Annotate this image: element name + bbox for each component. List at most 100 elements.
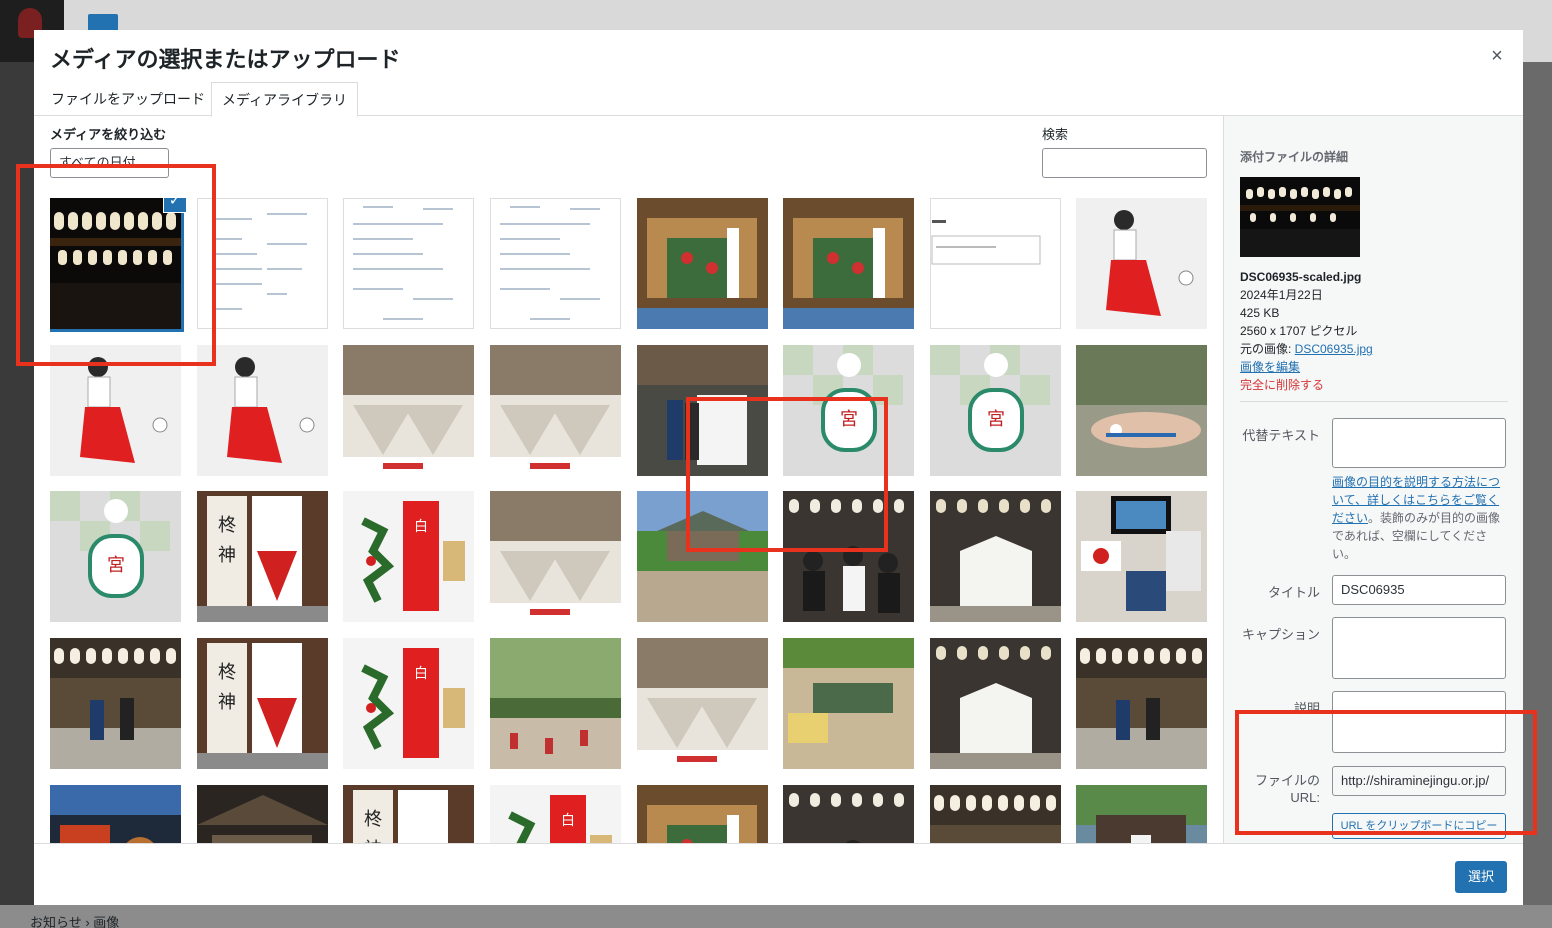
svg-text:白: 白 — [414, 519, 428, 535]
media-item-amulet-boxes[interactable] — [490, 345, 621, 476]
svg-text:柊: 柊 — [218, 662, 236, 683]
divider — [1240, 401, 1508, 402]
modal-title: メディアの選択またはアップロード — [50, 47, 401, 72]
media-item-shrine-entrance[interactable] — [1076, 785, 1207, 843]
media-item-lantern-shrine-visitors[interactable] — [930, 785, 1061, 843]
details-filesize: 425 KB — [1240, 306, 1280, 320]
media-thumbnail-image — [343, 345, 474, 476]
media-item-shrine-amulet-stall[interactable] — [637, 198, 768, 329]
media-item-shrine-interior[interactable] — [197, 785, 328, 843]
media-item-amulet-boxes[interactable] — [490, 491, 621, 622]
annotation-box — [16, 164, 216, 366]
media-item-festival-dancers[interactable] — [490, 638, 621, 769]
media-thumbnail-image — [1076, 491, 1207, 622]
media-item-talisman-sign[interactable]: 柊神 — [343, 785, 474, 843]
media-item-talisman-sign[interactable]: 柊神 — [197, 638, 328, 769]
media-item-white-amulet-paper[interactable]: 白 — [343, 491, 474, 622]
media-thumbnail-image — [490, 491, 621, 622]
media-item-white-amulet-paper[interactable]: 白 — [490, 785, 621, 843]
edit-image-link[interactable]: 画像を編集 — [1240, 358, 1373, 376]
media-thumbnail-image — [783, 198, 914, 329]
media-item-talisman-sign[interactable]: 柊神 — [197, 491, 328, 622]
delete-permanently-link[interactable]: 完全に削除する — [1240, 376, 1373, 394]
media-thumbnail-image: 白 — [490, 785, 621, 843]
media-item-amulet-charm[interactable]: 宮 — [50, 491, 181, 622]
media-item-document-screenshot[interactable] — [930, 198, 1061, 329]
media-item-white-amulet-paper[interactable]: 白 — [343, 638, 474, 769]
title-label: タイトル — [1267, 585, 1320, 600]
media-item-amulet-boxes[interactable] — [343, 345, 474, 476]
media-item-miko-illustration[interactable] — [1076, 198, 1207, 329]
media-item-sand-garden[interactable] — [783, 638, 914, 769]
filter-label: メディアを絞り込む — [50, 127, 167, 142]
media-item-ema-board[interactable] — [930, 491, 1061, 622]
details-filename: DSC06935-scaled.jpg — [1240, 270, 1362, 284]
media-thumbnail-image — [637, 198, 768, 329]
annotation-box — [686, 397, 888, 552]
media-thumbnail-image — [930, 785, 1061, 843]
media-thumbnail-image — [1076, 345, 1207, 476]
details-meta: DSC06935-scaled.jpg 2024年1月22日 425 KB 25… — [1240, 268, 1373, 394]
select-button[interactable]: 選択 — [1455, 861, 1507, 893]
media-thumbnail-image — [197, 198, 328, 329]
media-thumbnail-image — [930, 198, 1061, 329]
media-thumbnail-image — [930, 638, 1061, 769]
media-thumbnail-image — [343, 198, 474, 329]
media-thumbnail-image — [490, 198, 621, 329]
tab-media-library[interactable]: メディアライブラリ — [211, 82, 359, 117]
media-thumbnail-image — [930, 491, 1061, 622]
media-thumbnail-image — [197, 345, 328, 476]
details-date: 2024年1月22日 — [1240, 288, 1323, 302]
caption-field[interactable] — [1332, 617, 1506, 679]
media-item-amulet-boxes[interactable] — [637, 638, 768, 769]
media-item-miko-illustration[interactable] — [197, 345, 328, 476]
details-dimensions: 2560 x 1707 ピクセル — [1240, 324, 1358, 338]
modal-footer — [34, 843, 1523, 905]
media-item-students-group[interactable] — [783, 785, 914, 843]
svg-text:白: 白 — [414, 666, 428, 682]
breadcrumb: お知らせ › 画像 — [30, 915, 120, 928]
modal-tabs: ファイルをアップロード メディアライブラリ — [34, 82, 1523, 117]
media-thumbnail-image: 柊神 — [197, 491, 328, 622]
media-thumbnail-image — [197, 785, 328, 843]
svg-text:宮: 宮 — [107, 555, 125, 576]
details-thumbnail — [1240, 177, 1360, 257]
original-image-link[interactable]: DSC06935.jpg — [1295, 342, 1373, 356]
editor-footer — [0, 905, 1552, 928]
media-thumbnail-image: 宮 — [50, 491, 181, 622]
media-item-document-form[interactable] — [343, 198, 474, 329]
tab-upload-files[interactable]: ファイルをアップロード — [41, 82, 215, 117]
media-thumbnail-image — [783, 785, 914, 843]
media-thumbnail-image — [50, 638, 181, 769]
original-image-label: 元の画像: — [1240, 342, 1295, 356]
svg-text:神: 神 — [218, 692, 236, 713]
media-item-ema-board[interactable] — [930, 638, 1061, 769]
media-item-wrist-bracelet[interactable] — [1076, 345, 1207, 476]
media-item-lantern-shrine-visitors[interactable] — [1076, 638, 1207, 769]
media-item-amulet-charm[interactable]: 宮 — [930, 345, 1061, 476]
alt-text-help: 画像の目的を説明する方法について、詳しくはこちらをご覧ください。装飾のみが目的の… — [1332, 473, 1508, 563]
close-icon[interactable]: × — [1485, 44, 1509, 68]
media-thumbnail-image — [490, 638, 621, 769]
media-thumbnail-image — [490, 345, 621, 476]
media-thumbnail-image — [637, 785, 768, 843]
media-thumbnail-image — [1076, 638, 1207, 769]
media-thumbnail-image — [50, 785, 181, 843]
media-item-lantern-shrine-visitors[interactable] — [50, 638, 181, 769]
media-item-document-scan[interactable] — [197, 198, 328, 329]
search-label: 検索 — [1042, 127, 1069, 142]
title-field[interactable]: DSC06935 — [1332, 575, 1506, 605]
media-thumbnail-image: 宮 — [930, 345, 1061, 476]
caption-label: キャプション — [1241, 627, 1320, 642]
media-item-flag-tv-room[interactable] — [1076, 491, 1207, 622]
media-thumbnail-image: 白 — [343, 638, 474, 769]
svg-text:白: 白 — [561, 813, 575, 829]
alt-text-field[interactable] — [1332, 418, 1506, 468]
media-thumbnail-image — [1076, 198, 1207, 329]
media-item-shrine-amulet-stall[interactable] — [783, 198, 914, 329]
media-thumbnail-image: 柊神 — [343, 785, 474, 843]
media-item-shrine-amulet-stall[interactable] — [637, 785, 768, 843]
search-input[interactable] — [1042, 148, 1207, 178]
media-item-display-shelf[interactable] — [50, 785, 181, 843]
media-item-document-form[interactable] — [490, 198, 621, 329]
